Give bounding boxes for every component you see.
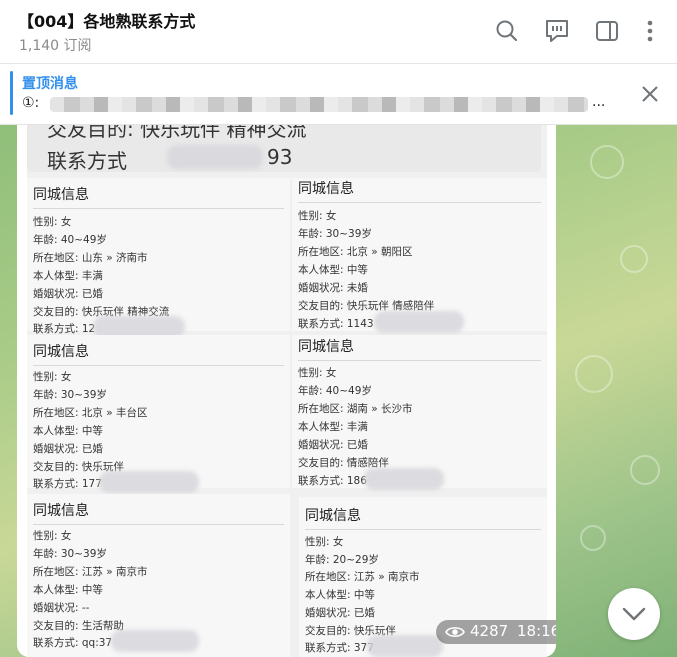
- message-image[interactable]: 交友目的: 快乐玩伴 精神交流 联系方式 93 同城信息 性别: 女 年龄: 4…: [27, 125, 547, 657]
- redacted-contact: [99, 471, 199, 493]
- view-count: 4287: [470, 622, 509, 640]
- comments-icon[interactable]: [543, 17, 569, 45]
- redacted-contact: [364, 468, 444, 490]
- subscriber-count: 1,140 订阅: [19, 38, 92, 54]
- card-marital: 婚姻状况: 已婚: [33, 288, 103, 300]
- chat-background: 交友目的: 快乐玩伴 精神交流 联系方式 93 同城信息 性别: 女 年龄: 4…: [0, 125, 677, 657]
- card-divider: [33, 208, 284, 209]
- card-body-type: 本人体型: 中等: [33, 425, 103, 437]
- card-body-type: 本人体型: 中等: [33, 584, 103, 596]
- card-gender: 性别: 女: [305, 536, 344, 548]
- card-title: 同城信息: [33, 344, 89, 360]
- card-marital: 婚姻状况: 已婚: [305, 607, 375, 619]
- card-region: 所在地区: 北京 » 丰台区: [33, 407, 148, 419]
- pinned-message-bar[interactable]: 置顶消息 ①: ...: [0, 64, 677, 125]
- card-divider: [33, 524, 284, 525]
- search-icon[interactable]: [494, 17, 520, 45]
- close-icon[interactable]: [639, 83, 661, 109]
- card-age: 年龄: 40~49岁: [298, 385, 372, 397]
- top-contact-label: 联系方式: [47, 149, 127, 173]
- card-body-type: 本人体型: 丰满: [33, 270, 103, 282]
- doodle: [630, 455, 660, 485]
- card-title: 同城信息: [298, 339, 354, 355]
- card-title: 同城信息: [305, 508, 361, 524]
- card-contact: 联系方式: 12: [33, 323, 96, 335]
- card-body-type: 本人体型: 丰满: [298, 421, 368, 433]
- card-marital: 婚姻状况: 未婚: [298, 282, 368, 294]
- card-gender: 性别: 女: [33, 530, 72, 542]
- card-body-type: 本人体型: 中等: [305, 589, 375, 601]
- info-card: 同城信息 性别: 女 年龄: 30~39岁 所在地区: 北京 » 朝阳区 本人体…: [292, 178, 547, 333]
- more-vertical-icon[interactable]: [638, 17, 662, 45]
- redacted-contact: [374, 311, 464, 333]
- card-marital: 婚姻状况: --: [33, 602, 90, 614]
- top-purpose-text: 交友目的: 快乐玩伴 精神交流: [47, 125, 307, 141]
- card-divider: [298, 202, 541, 203]
- info-card: 同城信息 性别: 女 年龄: 40~49岁 所在地区: 湖南 » 长沙市 本人体…: [292, 335, 547, 490]
- info-card: 同城信息 性别: 女 年龄: 30~39岁 所在地区: 江苏 » 南京市 本人体…: [27, 494, 290, 657]
- doodle: [620, 245, 648, 273]
- card-title: 同城信息: [298, 181, 354, 197]
- card-age: 年龄: 30~39岁: [298, 228, 372, 240]
- top-contact-suffix: 93: [267, 145, 293, 169]
- channel-title[interactable]: 【004】各地熟联系方式: [18, 8, 195, 32]
- redacted-contact: [111, 630, 199, 652]
- card-age: 年龄: 20~29岁: [305, 554, 379, 566]
- card-marital: 婚姻状况: 已婚: [298, 439, 368, 451]
- redacted-contact: [167, 145, 263, 169]
- top-info-card: 交友目的: 快乐玩伴 精神交流 联系方式 93: [27, 125, 541, 173]
- doodle: [590, 145, 624, 179]
- card-contact: 联系方式: 186: [298, 475, 367, 487]
- message-meta: 4287 18:16: [436, 620, 556, 644]
- doodle: [575, 355, 613, 393]
- card-age: 年龄: 30~39岁: [33, 389, 107, 401]
- card-age: 年龄: 30~39岁: [33, 548, 107, 560]
- card-age: 年龄: 40~49岁: [33, 234, 107, 246]
- scroll-down-button[interactable]: [608, 588, 660, 640]
- card-contact: 联系方式: 177: [33, 478, 102, 490]
- pinned-title: 置顶消息: [22, 76, 78, 92]
- message-time: 18:16: [517, 622, 556, 640]
- pinned-indicator: [10, 71, 13, 115]
- card-divider: [305, 529, 541, 530]
- message-bubble[interactable]: 交友目的: 快乐玩伴 精神交流 联系方式 93 同城信息 性别: 女 年龄: 4…: [17, 125, 556, 657]
- card-gender: 性别: 女: [33, 371, 72, 383]
- info-card: 同城信息 性别: 女 年龄: 40~49岁 所在地区: 山东 » 济南市 本人体…: [27, 178, 290, 338]
- card-title: 同城信息: [33, 187, 89, 203]
- card-region: 所在地区: 山东 » 济南市: [33, 252, 148, 264]
- pinned-redacted-text: [50, 97, 588, 112]
- pinned-prefix: ①:: [22, 95, 40, 111]
- card-title: 同城信息: [33, 503, 89, 519]
- card-contact: 联系方式: 377: [305, 642, 374, 654]
- redacted-contact: [367, 635, 443, 657]
- card-body-type: 本人体型: 中等: [298, 264, 368, 276]
- card-gender: 性别: 女: [298, 210, 337, 222]
- card-divider: [298, 360, 541, 361]
- sidebar-toggle-icon[interactable]: [594, 17, 620, 45]
- eye-icon: [445, 625, 465, 643]
- doodle: [580, 525, 606, 551]
- card-contact: 联系方式: qq:37: [33, 637, 113, 649]
- card-divider: [33, 365, 284, 366]
- card-region: 所在地区: 北京 » 朝阳区: [298, 246, 413, 258]
- chat-header: 【004】各地熟联系方式 1,140 订阅: [0, 0, 677, 64]
- card-gender: 性别: 女: [298, 367, 337, 379]
- card-region: 所在地区: 江苏 » 南京市: [33, 566, 148, 578]
- info-card: 同城信息 性别: 女 年龄: 30~39岁 所在地区: 北京 » 丰台区 本人体…: [27, 335, 290, 493]
- card-gender: 性别: 女: [33, 216, 72, 228]
- card-region: 所在地区: 湖南 » 长沙市: [298, 403, 413, 415]
- card-purpose: 交友目的: 生活帮助: [33, 620, 124, 632]
- card-marital: 婚姻状况: 已婚: [33, 443, 103, 455]
- card-region: 所在地区: 江苏 » 南京市: [305, 571, 420, 583]
- pinned-ellipsis: ...: [592, 94, 606, 110]
- chevron-down-icon: [622, 607, 646, 621]
- card-contact: 联系方式: 1143: [298, 318, 374, 330]
